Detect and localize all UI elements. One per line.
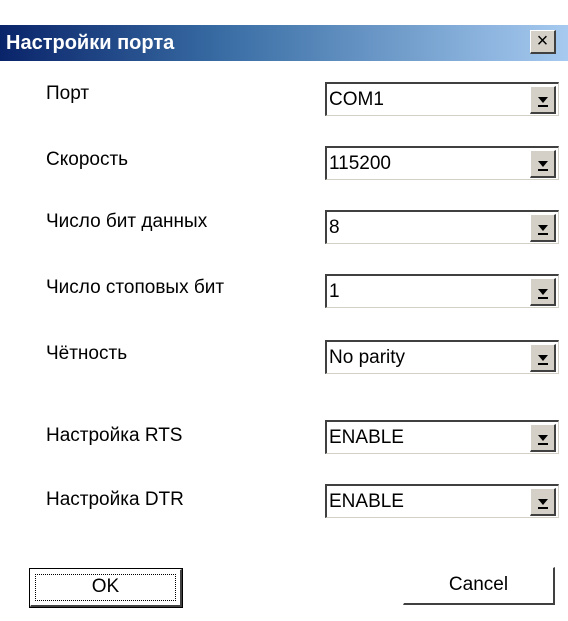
rts-value: ENABLE	[329, 427, 404, 448]
title-bar[interactable]: Настройки порта ×	[0, 25, 568, 61]
cancel-button[interactable]: Cancel	[403, 567, 555, 605]
speed-select[interactable]: 115200	[325, 146, 559, 180]
port-label: Порт	[46, 83, 90, 104]
stop-bits-value: 1	[329, 281, 340, 302]
stop-bits-select[interactable]: 1	[325, 274, 559, 308]
dtr-value: ENABLE	[329, 491, 404, 512]
rts-label: Настройка RTS	[46, 425, 183, 446]
rts-select[interactable]: ENABLE	[325, 420, 559, 454]
chevron-down-icon[interactable]	[530, 278, 556, 306]
port-settings-dialog: Настройки порта × Порт COM1 Скорость 115…	[0, 0, 568, 621]
close-button[interactable]: ×	[530, 30, 556, 54]
port-select[interactable]: COM1	[325, 82, 559, 116]
close-icon: ×	[536, 30, 549, 52]
port-value: COM1	[329, 89, 384, 110]
parity-value: No parity	[329, 347, 406, 368]
parity-label: Чётность	[46, 343, 128, 364]
cancel-button-label: Cancel	[448, 574, 509, 595]
speed-value: 115200	[329, 153, 391, 174]
dtr-select[interactable]: ENABLE	[325, 484, 559, 518]
chevron-down-icon[interactable]	[530, 86, 556, 114]
data-bits-label: Число бит данных	[46, 211, 208, 232]
chevron-down-icon[interactable]	[530, 150, 556, 178]
dtr-label: Настройка DTR	[46, 489, 184, 510]
stop-bits-label: Число стоповых бит	[46, 277, 225, 298]
focus-rect	[35, 574, 176, 601]
chevron-down-icon[interactable]	[530, 214, 556, 242]
data-bits-select[interactable]: 8	[325, 210, 559, 244]
ok-button[interactable]: OK	[29, 568, 183, 608]
window-title: Настройки порта	[6, 32, 175, 54]
chevron-down-icon[interactable]	[530, 344, 556, 372]
speed-label: Скорость	[46, 149, 129, 170]
parity-select[interactable]: No parity	[325, 340, 559, 374]
chevron-down-icon[interactable]	[530, 488, 556, 516]
data-bits-value: 8	[329, 217, 340, 238]
chevron-down-icon[interactable]	[530, 424, 556, 452]
